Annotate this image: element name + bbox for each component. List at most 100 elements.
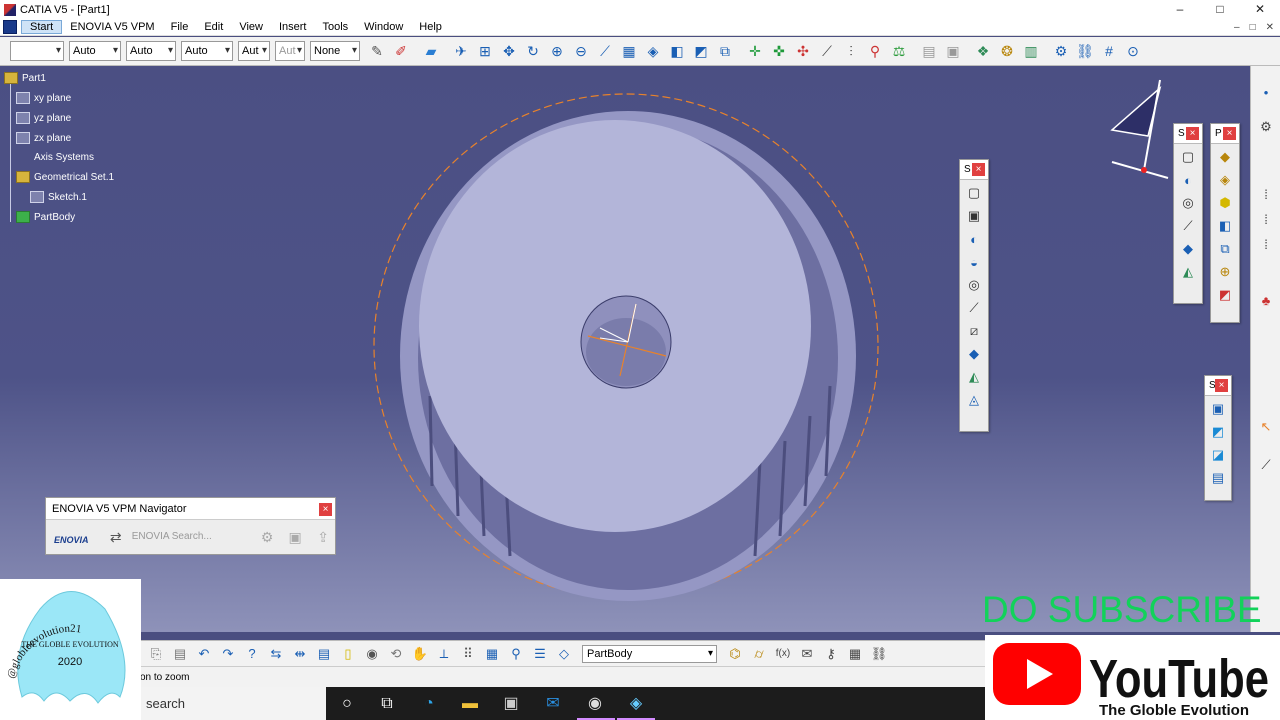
tree-icon[interactable]: ♣ xyxy=(1257,292,1275,310)
undo-icon[interactable]: ↶ xyxy=(194,644,214,664)
menu-window[interactable]: Window xyxy=(356,21,411,33)
sketch-analysis-icon[interactable]: ⇹ xyxy=(290,644,310,664)
list-icon[interactable]: ☰ xyxy=(530,644,550,664)
filter-icon[interactable]: ⚲ xyxy=(506,644,526,664)
maximize-button[interactable]: □ xyxy=(1200,0,1240,19)
enovia-save-icon[interactable]: ▣ xyxy=(285,527,305,547)
cortana-icon[interactable]: ○ xyxy=(336,693,358,715)
fillet-icon[interactable]: ▢ xyxy=(1178,147,1198,167)
file-explorer-icon[interactable]: ▬ xyxy=(459,693,481,715)
tree-item-xy-plane[interactable]: xy plane xyxy=(16,92,71,104)
analysis-icon[interactable]: ⚙ xyxy=(1051,41,1071,61)
selection-icon[interactable]: ▦ xyxy=(482,644,502,664)
slot-icon[interactable]: ⧄ xyxy=(964,321,984,341)
settings-gear-icon[interactable]: ⚙ xyxy=(1257,118,1275,136)
normal-view-icon[interactable]: ⟋ xyxy=(595,41,615,61)
constraints-icon[interactable]: ▤ xyxy=(314,644,334,664)
transparency-select[interactable]: Auto xyxy=(126,41,176,61)
snap-point-icon[interactable]: ⊙ xyxy=(1123,41,1143,61)
menu-start[interactable]: Start xyxy=(21,20,63,34)
palette-close-button[interactable]: × xyxy=(1215,379,1228,392)
paste-icon[interactable]: ▤ xyxy=(170,644,190,664)
enovia-filter-icon[interactable]: ⚙ xyxy=(257,527,277,547)
thread-icon[interactable]: ◭ xyxy=(1178,262,1198,282)
painter-icon[interactable]: ✎ xyxy=(367,41,387,61)
move-icon[interactable]: ✛ xyxy=(745,41,765,61)
tree-item-axis-systems[interactable]: Axis Systems xyxy=(16,151,94,163)
shaft-icon[interactable]: ◐ xyxy=(964,229,984,249)
doc-restore-button[interactable]: □ xyxy=(1250,22,1256,33)
obs-icon[interactable]: ◉ xyxy=(584,693,606,715)
fly-mode-icon[interactable]: ✈ xyxy=(451,41,471,61)
edge-icon[interactable]: ◔ xyxy=(418,693,440,715)
update-icon[interactable]: ⇆ xyxy=(266,644,286,664)
pan-icon[interactable]: ✥ xyxy=(499,41,519,61)
tree-item-part[interactable]: Part1 xyxy=(4,72,46,84)
linetype-select[interactable]: Aut xyxy=(238,41,270,61)
zoom-in-icon[interactable]: ⊕ xyxy=(547,41,567,61)
pan-hand-icon[interactable]: ✋ xyxy=(410,644,430,664)
knowledge-advisor-icon[interactable]: ⚷ xyxy=(821,644,841,664)
layer-icon[interactable]: ▰ xyxy=(421,41,441,61)
vertical-dots-icon[interactable]: ⁞ xyxy=(1257,186,1275,204)
menu-enovia[interactable]: ENOVIA V5 VPM xyxy=(62,21,162,33)
catia-taskbar-icon[interactable]: ◈ xyxy=(625,693,647,715)
start-menu-icon[interactable] xyxy=(3,20,17,34)
copy-icon[interactable]: ⎘ xyxy=(146,644,166,664)
add-icon[interactable]: ◩ xyxy=(1208,422,1228,442)
analysis-icon[interactable]: ⟋ xyxy=(1257,456,1275,474)
enovia-close-button[interactable]: × xyxy=(319,503,332,516)
sew-surface-icon[interactable]: ◧ xyxy=(1215,216,1235,236)
enovia-search-field[interactable]: ENOVIA Search... xyxy=(132,531,252,542)
capture-icon[interactable]: ◉ xyxy=(362,644,382,664)
remove-loft-icon[interactable]: ◬ xyxy=(964,390,984,410)
snap-icon[interactable]: ✣ xyxy=(793,41,813,61)
cycle-icon[interactable]: ⟲ xyxy=(386,644,406,664)
swap-space-icon[interactable]: ⧉ xyxy=(715,41,735,61)
close-button[interactable]: ✕ xyxy=(1240,0,1280,19)
palette-close-button[interactable]: × xyxy=(1186,127,1199,140)
symmetry-icon[interactable]: ◩ xyxy=(1215,285,1235,305)
calculator-icon[interactable]: ▦ xyxy=(845,644,865,664)
enovia-connect-icon[interactable]: ⇄ xyxy=(106,527,126,547)
formula-icon[interactable]: ❂ xyxy=(997,41,1017,61)
enovia-open-icon[interactable]: ⇪ xyxy=(313,527,333,547)
close-surface-icon[interactable]: ⬢ xyxy=(1215,193,1235,213)
pad-icon[interactable]: ▢ xyxy=(964,183,984,203)
iso-view-icon[interactable]: ◈ xyxy=(643,41,663,61)
thickness-icon[interactable]: ◆ xyxy=(1178,239,1198,259)
properties-painter-icon[interactable]: ✐ xyxy=(391,41,411,61)
work-object-select[interactable]: PartBody xyxy=(582,644,717,663)
line-thickness-select[interactable]: Auto xyxy=(181,41,233,61)
hole-icon[interactable]: ◎ xyxy=(964,275,984,295)
rotation-icon[interactable]: ⊕ xyxy=(1215,262,1235,282)
tree-item-zx-plane[interactable]: zx plane xyxy=(16,132,71,144)
table-icon[interactable]: ▥ xyxy=(1021,41,1041,61)
draft-icon[interactable]: ◎ xyxy=(1178,193,1198,213)
tree-item-geometrical-set[interactable]: Geometrical Set.1 xyxy=(16,171,114,183)
folder-icon[interactable]: ⌬ xyxy=(725,644,745,664)
menu-file[interactable]: File xyxy=(163,21,197,33)
menu-edit[interactable]: Edit xyxy=(196,21,231,33)
formula-icon[interactable]: f(x) xyxy=(773,644,793,664)
palette-close-button[interactable]: × xyxy=(1223,127,1236,140)
compass-icon[interactable]: ✜ xyxy=(769,41,789,61)
thick-surface-icon[interactable]: ◈ xyxy=(1215,170,1235,190)
work-object-icon[interactable]: ◇ xyxy=(554,644,574,664)
rotate-icon[interactable]: ↻ xyxy=(523,41,543,61)
menu-view[interactable]: View xyxy=(231,21,271,33)
intersect-icon[interactable]: ▤ xyxy=(1208,468,1228,488)
tree-item-yz-plane[interactable]: yz plane xyxy=(16,112,71,124)
vertical-dots-icon[interactable]: ⁞ xyxy=(1257,211,1275,229)
minimize-button[interactable]: – xyxy=(1160,0,1200,19)
taskbar-search[interactable]: search xyxy=(140,687,326,720)
pocket-icon[interactable]: ▣ xyxy=(964,206,984,226)
comment-icon[interactable]: ✉ xyxy=(797,644,817,664)
translation-icon[interactable]: ⧉ xyxy=(1215,239,1235,259)
multi-view-icon[interactable]: ▦ xyxy=(619,41,639,61)
sketch-icon[interactable]: • xyxy=(1257,84,1275,102)
menu-help[interactable]: Help xyxy=(411,21,450,33)
fit-all-icon[interactable]: ⊞ xyxy=(475,41,495,61)
axis-icon[interactable]: ⟂ xyxy=(434,644,454,664)
assemble-icon[interactable]: ▣ xyxy=(1208,399,1228,419)
